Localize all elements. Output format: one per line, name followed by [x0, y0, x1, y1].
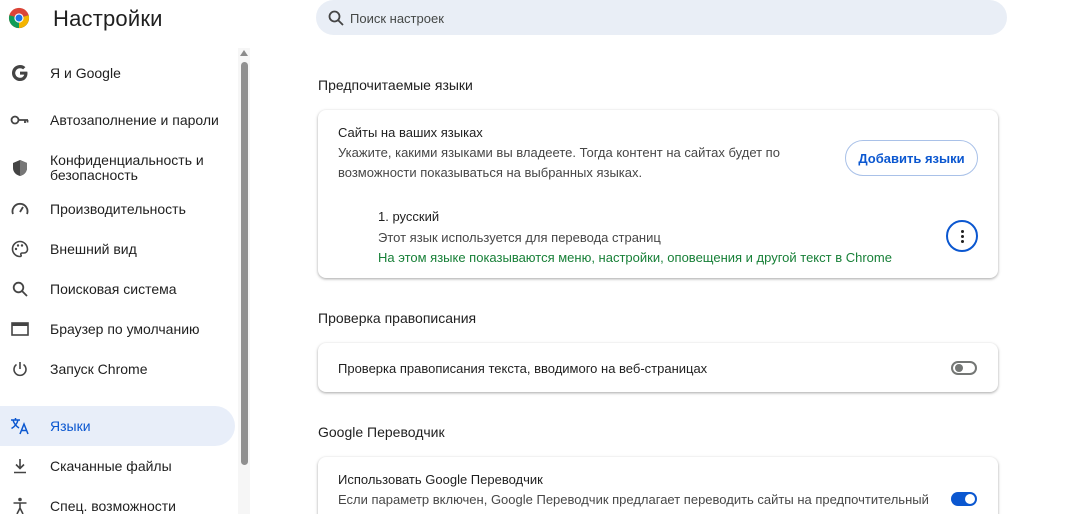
- key-icon: [10, 110, 30, 130]
- add-languages-button[interactable]: Добавить языки: [845, 140, 978, 176]
- languages-card-title: Сайты на ваших языках: [338, 125, 483, 140]
- accessibility-icon: [10, 496, 30, 514]
- sidebar-item-appearance[interactable]: Внешний вид: [0, 236, 235, 262]
- sidebar-item-label: Скачанные файлы: [50, 457, 172, 474]
- translate-card[interactable]: Использовать Google Переводчик Если пара…: [318, 457, 998, 514]
- translate-label: Использовать Google Переводчик: [338, 472, 543, 487]
- sidebar: Я и Google Автозаполнение и пароли Конфи…: [0, 48, 238, 514]
- sidebar-item-label: Спец. возможности: [50, 497, 176, 514]
- app-title: Настройки: [53, 6, 163, 31]
- palette-icon: [10, 239, 30, 259]
- translate-toggle[interactable]: [951, 492, 977, 506]
- scroll-up-arrow-icon[interactable]: [240, 50, 248, 56]
- language-item-note: Этот язык используется для перевода стра…: [378, 230, 661, 245]
- language-item-ui-note: На этом языке показываются меню, настрой…: [378, 250, 892, 265]
- sidebar-scrollbar-thumb[interactable]: [241, 62, 248, 465]
- sidebar-item-downloads[interactable]: Скачанные файлы: [0, 453, 235, 479]
- sidebar-item-on-startup[interactable]: Запуск Chrome: [0, 356, 235, 382]
- section-title-translate: Google Переводчик: [318, 424, 445, 440]
- spellcheck-toggle[interactable]: [951, 361, 977, 375]
- search-bar[interactable]: [316, 0, 1007, 35]
- sidebar-item-search-engine[interactable]: Поисковая система: [0, 276, 235, 302]
- sidebar-item-label: Поисковая система: [50, 280, 177, 297]
- chrome-logo-icon: [8, 7, 30, 29]
- sidebar-item-label: Браузер по умолчанию: [50, 320, 200, 337]
- languages-card-description: возможности показываться на выбранных яз…: [338, 165, 643, 180]
- browser-window-icon: [10, 319, 30, 339]
- sidebar-item-label: Языки: [50, 417, 91, 434]
- languages-card-description: Укажите, какими языками вы владеете. Тог…: [338, 145, 780, 160]
- sidebar-item-autofill[interactable]: Автозаполнение и пароли: [0, 100, 235, 140]
- section-title-languages: Предпочитаемые языки: [318, 77, 473, 93]
- download-icon: [10, 456, 30, 476]
- sidebar-item-label: Внешний вид: [50, 240, 137, 257]
- language-item-name: 1. русский: [378, 209, 440, 224]
- section-title-spellcheck: Проверка правописания: [318, 310, 477, 326]
- sidebar-item-label: Конфиденциальность и безопасность: [50, 152, 204, 183]
- sidebar-item-performance[interactable]: Производительность: [0, 196, 235, 222]
- more-options-icon[interactable]: [946, 220, 978, 252]
- sidebar-item-privacy[interactable]: Конфиденциальность и безопасность: [0, 148, 235, 188]
- sidebar-item-label: Автозаполнение и пароли: [50, 111, 219, 128]
- spellcheck-label: Проверка правописания текста, вводимого …: [338, 361, 708, 376]
- sidebar-item-accessibility[interactable]: Спец. возможности: [0, 493, 235, 514]
- google-icon: [10, 63, 30, 83]
- shield-icon: [10, 158, 30, 178]
- languages-card: Сайты на ваших языках Укажите, какими яз…: [318, 110, 998, 278]
- search-input[interactable]: [350, 6, 950, 30]
- power-icon: [10, 359, 30, 379]
- translate-description: Если параметр включен, Google Переводчик…: [338, 492, 929, 507]
- spellcheck-card[interactable]: Проверка правописания текста, вводимого …: [318, 343, 998, 392]
- sidebar-item-default-browser[interactable]: Браузер по умолчанию: [0, 316, 235, 342]
- translate-icon: [10, 416, 30, 436]
- speedometer-icon: [10, 199, 30, 219]
- sidebar-item-label: Производительность: [50, 200, 186, 217]
- sidebar-item-languages[interactable]: Языки: [0, 406, 235, 446]
- search-icon: [328, 10, 344, 26]
- search-icon: [10, 279, 30, 299]
- sidebar-item-you-and-google[interactable]: Я и Google: [0, 60, 235, 86]
- sidebar-item-label: Я и Google: [50, 64, 121, 81]
- sidebar-item-label: Запуск Chrome: [50, 360, 148, 377]
